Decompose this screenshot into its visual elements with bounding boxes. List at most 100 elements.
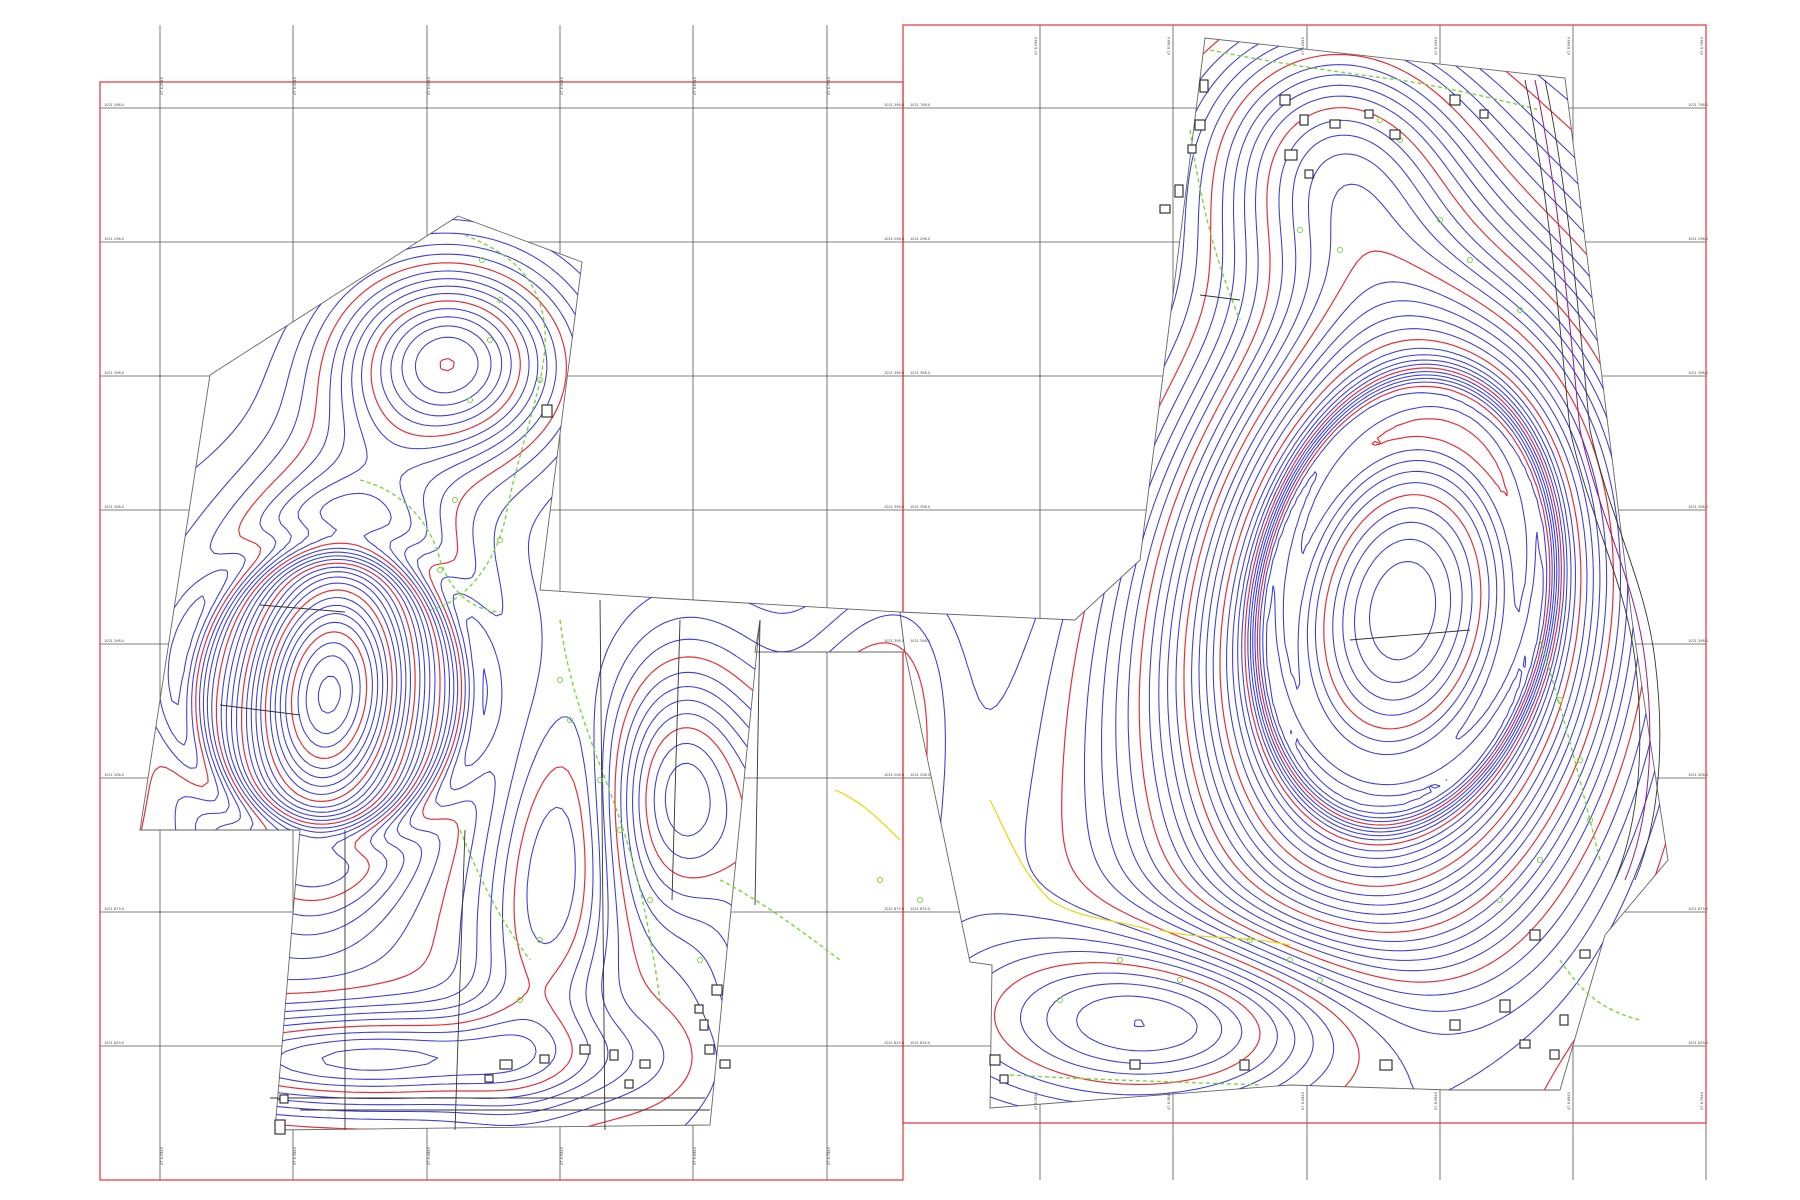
building-footprint [1199, 79, 1209, 93]
building-footprint [1279, 94, 1291, 106]
row-coordinate-label: 1021 398.0 [910, 639, 930, 643]
row-coordinate-label: 1021 398.0 [884, 505, 904, 509]
row-coordinate-label: 1021 829.0 [910, 1041, 930, 1045]
row-coordinate-label: 1021 879.0 [910, 907, 930, 911]
row-coordinate-label: 1021 829.0 [1688, 1041, 1708, 1045]
column-coordinate-label: 47 6.3940 [293, 77, 297, 95]
building-footprint [499, 1059, 513, 1070]
row-coordinate-label: 1021 879.0 [884, 907, 904, 911]
row-coordinate-label: 1021 598.0 [884, 103, 904, 107]
building-footprint [1194, 119, 1206, 131]
building-footprint [639, 1059, 651, 1069]
building-footprint [1559, 1014, 1569, 1026]
column-coordinate-label: 47 8.3940 [1167, 1092, 1171, 1110]
building-footprint [1284, 149, 1298, 161]
row-coordinate-label: 1021 298.0 [104, 237, 124, 241]
building-footprint [1449, 1019, 1461, 1031]
row-coordinate-label: 1021 398.0 [1688, 505, 1708, 509]
column-coordinate-label: 47 6.2940 [160, 1147, 164, 1165]
survey-boundary-left [139, 215, 906, 1131]
column-coordinate-label: 47 6.4940 [427, 77, 431, 95]
building-footprint [1329, 119, 1341, 129]
building-footprint [279, 1094, 289, 1104]
column-coordinate-label: 47 8.5940 [1434, 1092, 1438, 1110]
building-footprint [1389, 129, 1401, 140]
row-coordinate-label: 1021 398.0 [104, 639, 124, 643]
row-coordinate-label: 1021 208.0 [1688, 773, 1708, 777]
building-footprint [1529, 929, 1541, 941]
row-coordinate-label: 1021 398.0 [1688, 639, 1708, 643]
column-coordinate-label: 47 8.2940 [1034, 37, 1038, 55]
row-coordinate-label: 1021 879.0 [1688, 907, 1708, 911]
topographic-map[interactable]: 1021 598.0 1021 598.0 1021 298.0 1021 298.0… [0, 0, 1800, 1200]
column-coordinate-label: 47 6.7940 [827, 1147, 831, 1165]
column-coordinate-label: 47 6.5940 [560, 1147, 564, 1165]
building-footprint [1129, 1059, 1141, 1070]
building-footprint [484, 1074, 494, 1083]
column-coordinate-label: 47 8.7940 [1700, 1092, 1704, 1110]
column-coordinate-label: 47 6.5940 [560, 77, 564, 95]
column-coordinate-label: 47 8.3940 [1167, 37, 1171, 55]
column-coordinate-label: 47 8.2940 [1034, 1092, 1038, 1110]
building-footprint [1159, 204, 1171, 214]
building-footprint [704, 1044, 715, 1055]
column-coordinate-label: 47 8.4940 [1301, 37, 1305, 55]
row-coordinate-label: 1021 798.0 [910, 103, 930, 107]
building-footprint [579, 1044, 591, 1055]
column-coordinate-label: 47 6.6940 [693, 77, 697, 95]
column-coordinate-label: 47 8.5940 [1434, 37, 1438, 55]
column-coordinate-label: 47 8.4940 [1301, 1092, 1305, 1110]
building-footprint [1174, 184, 1184, 198]
building-footprint [1549, 1049, 1560, 1060]
row-coordinate-label: 1021 398.0 [104, 371, 124, 375]
building-footprint [1449, 94, 1461, 106]
column-coordinate-label: 47 8.7940 [1700, 37, 1704, 55]
building-footprint [711, 984, 723, 996]
row-coordinate-label: 1021 208.0 [910, 773, 930, 777]
building-footprint [699, 1019, 709, 1031]
row-coordinate-label: 1021 208.0 [884, 773, 904, 777]
building-footprint [274, 1119, 286, 1135]
waterline [834, 789, 901, 841]
tree-symbol [877, 877, 883, 883]
building-footprint [541, 404, 553, 418]
building-footprint [999, 1074, 1009, 1084]
row-coordinate-label: 1021 298.0 [1688, 237, 1708, 241]
column-coordinate-label: 47 6.2940 [160, 77, 164, 95]
column-coordinate-label: 47 6.7940 [827, 77, 831, 95]
row-coordinate-label: 1021 879.0 [104, 907, 124, 911]
row-coordinate-label: 1021 398.0 [910, 371, 930, 375]
column-coordinate-label: 47 6.3940 [293, 1147, 297, 1165]
row-coordinate-label: 1021 798.0 [1688, 103, 1708, 107]
building-footprint [609, 1049, 619, 1061]
building-footprint [1364, 109, 1374, 119]
building-footprint [539, 1054, 550, 1064]
row-coordinate-label: 1021 829.0 [884, 1041, 904, 1045]
column-coordinate-label: 47 8.6940 [1567, 1092, 1571, 1110]
row-coordinate-label: 1021 398.0 [910, 505, 930, 509]
row-coordinate-label: 1021 829.0 [104, 1041, 124, 1045]
building-footprint [624, 1079, 634, 1089]
building-footprint [1187, 144, 1197, 154]
column-coordinate-label: 47 6.6940 [693, 1147, 697, 1165]
building-footprint [1519, 1039, 1531, 1049]
building-footprint [1499, 999, 1511, 1013]
vegetation-line [719, 879, 841, 961]
survey-boundary-right [899, 37, 1669, 1109]
row-coordinate-label: 1021 208.0 [104, 773, 124, 777]
row-coordinate-label: 1021 398.0 [104, 505, 124, 509]
column-coordinate-label: 47 6.4940 [427, 1147, 431, 1165]
building-footprint [1479, 109, 1489, 119]
row-coordinate-label: 1021 298.0 [910, 237, 930, 241]
building-footprint [1299, 114, 1309, 126]
building-footprint [1579, 949, 1591, 959]
building-footprint [694, 1004, 704, 1014]
building-footprint [719, 1059, 731, 1069]
row-coordinate-label: 1021 598.0 [104, 103, 124, 107]
tree-symbol [917, 897, 923, 903]
row-coordinate-label: 1021 398.0 [884, 639, 904, 643]
row-coordinate-label: 1021 398.0 [884, 371, 904, 375]
building-footprint [1239, 1059, 1250, 1071]
building-footprint [989, 1054, 1001, 1066]
building-footprint [1379, 1059, 1393, 1071]
